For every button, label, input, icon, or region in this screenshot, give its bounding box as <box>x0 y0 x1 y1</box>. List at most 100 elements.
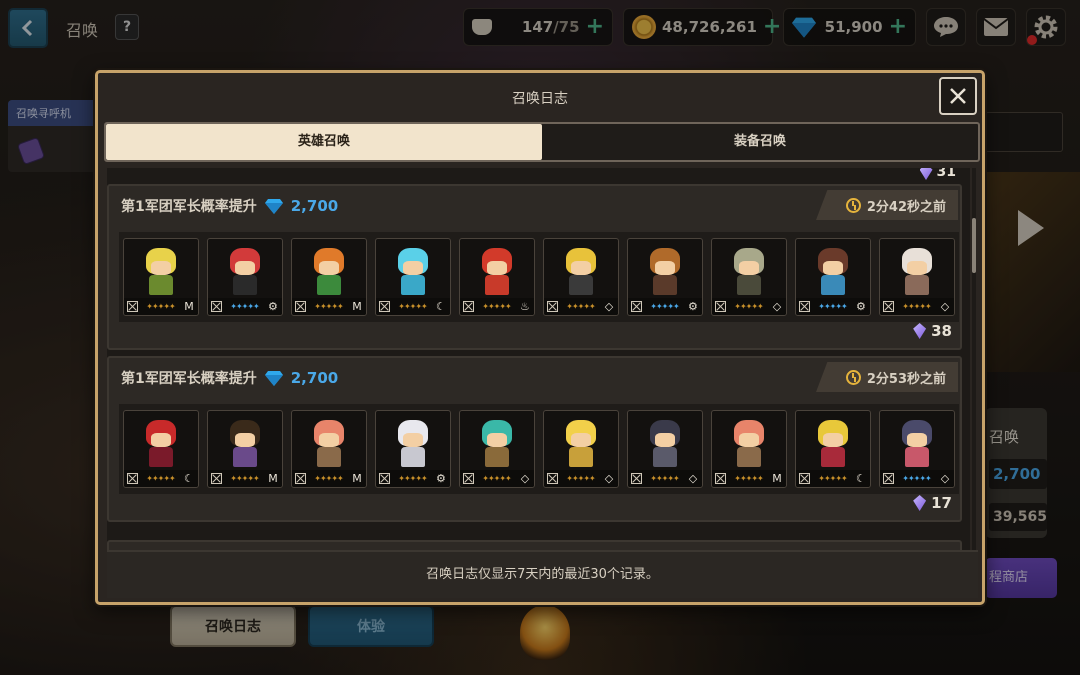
hero-portrait[interactable]: ✦✦✦✦✦ M <box>291 238 367 316</box>
record-cost: 2,700 <box>290 197 339 215</box>
element-icon: ◇ <box>604 472 614 485</box>
hero-portrait[interactable]: ✦✦✦✦✦ ⚙ <box>207 238 283 316</box>
hero-portrait[interactable]: ✦✦✦✦✦ ◇ <box>543 238 619 316</box>
hero-portrait[interactable]: ✦✦✦✦✦ M <box>207 410 283 488</box>
hero-face <box>403 261 423 275</box>
element-icon: ⚙ <box>436 472 446 485</box>
close-button[interactable] <box>939 77 977 115</box>
hero-body <box>569 447 593 467</box>
class-icon <box>379 301 390 312</box>
hero-body <box>317 447 341 467</box>
summon-type-tabs: 英雄召唤 装备召唤 <box>104 122 980 162</box>
hero-portrait[interactable]: ✦✦✦✦✦ ⚙ <box>627 238 703 316</box>
record-list[interactable]: 31 第1军团军长概率提升 2,700 2分42秒之前 ✦✦✦✦✦ M ✦✦✦✦… <box>107 168 970 551</box>
record-card: 第1军团军长概率提升 2,700 2分53秒之前 ✦✦✦✦✦ ☾ ✦✦✦✦✦ M <box>107 356 962 522</box>
hero-info-bar: ✦✦✦✦✦ ⚙ <box>376 470 450 487</box>
class-icon <box>883 473 894 484</box>
star-rating: ✦✦✦✦✦ <box>482 302 511 311</box>
hero-row: ✦✦✦✦✦ M ✦✦✦✦✦ ⚙ ✦✦✦✦✦ M ✦✦✦✦✦ ☾ ✦✦✦✦✦ ♨ … <box>119 232 959 322</box>
record-time-label: 2分42秒之前 <box>866 199 946 215</box>
hero-portrait[interactable]: ✦✦✦✦✦ ◇ <box>879 410 955 488</box>
hero-body <box>485 447 509 467</box>
record-header: 第1军团军长概率提升 2,700 <box>121 196 338 216</box>
hero-face <box>319 433 339 447</box>
hero-face <box>403 433 423 447</box>
record-title: 第1军团军长概率提升 <box>121 199 257 215</box>
hero-portrait[interactable]: ✦✦✦✦✦ M <box>123 238 199 316</box>
close-icon <box>950 88 966 104</box>
class-icon <box>715 301 726 312</box>
star-rating: ✦✦✦✦✦ <box>902 302 931 311</box>
star-rating: ✦✦✦✦✦ <box>566 474 595 483</box>
hero-info-bar: ✦✦✦✦✦ M <box>292 470 366 487</box>
diamond-icon <box>264 199 283 214</box>
record-cost: 2,700 <box>290 369 339 387</box>
hero-face <box>487 433 507 447</box>
partial-record-shards: 31 <box>919 168 956 180</box>
element-icon: M <box>772 472 782 485</box>
star-rating: ✦✦✦✦✦ <box>650 474 679 483</box>
element-icon: ◇ <box>940 300 950 313</box>
hero-body <box>149 447 173 467</box>
scrollbar[interactable] <box>972 168 976 551</box>
hero-portrait[interactable]: ✦✦✦✦✦ ◇ <box>543 410 619 488</box>
hero-info-bar: ✦✦✦✦✦ ◇ <box>544 298 618 315</box>
star-rating: ✦✦✦✦✦ <box>230 474 259 483</box>
hero-info-bar: ✦✦✦✦✦ ⚙ <box>796 298 870 315</box>
hero-face <box>655 261 675 275</box>
tab-equipment-summon[interactable]: 装备召唤 <box>542 124 978 160</box>
class-icon <box>631 301 642 312</box>
hero-info-bar: ✦✦✦✦✦ ☾ <box>376 298 450 315</box>
hero-info-bar: ✦✦✦✦✦ ◇ <box>628 470 702 487</box>
star-rating: ✦✦✦✦✦ <box>818 474 847 483</box>
clock-icon <box>845 369 861 385</box>
hero-info-bar: ✦✦✦✦✦ M <box>712 470 786 487</box>
hero-body <box>233 275 257 295</box>
class-icon <box>463 301 474 312</box>
star-rating: ✦✦✦✦✦ <box>398 302 427 311</box>
shard-icon <box>913 323 927 339</box>
element-icon: ◇ <box>604 300 614 313</box>
hero-row: ✦✦✦✦✦ ☾ ✦✦✦✦✦ M ✦✦✦✦✦ M ✦✦✦✦✦ ⚙ ✦✦✦✦✦ ◇ … <box>119 404 959 494</box>
element-icon: ☾ <box>436 300 446 313</box>
hero-body <box>905 447 929 467</box>
hero-portrait[interactable]: ✦✦✦✦✦ ⚙ <box>795 238 871 316</box>
record-title: 第1军团军长概率提升 <box>121 371 257 387</box>
hero-portrait[interactable]: ✦✦✦✦✦ ☾ <box>795 410 871 488</box>
hero-face <box>151 433 171 447</box>
hero-body <box>821 275 845 295</box>
hero-body <box>317 275 341 295</box>
record-header: 第1军团军长概率提升 2,700 <box>121 368 338 388</box>
record-shards: 17 <box>913 494 952 512</box>
hero-face <box>907 433 927 447</box>
hero-face <box>739 261 759 275</box>
hero-portrait[interactable]: ✦✦✦✦✦ ◇ <box>879 238 955 316</box>
hero-portrait[interactable]: ✦✦✦✦✦ ☾ <box>123 410 199 488</box>
hero-portrait[interactable]: ✦✦✦✦✦ ☾ <box>375 238 451 316</box>
class-icon <box>547 473 558 484</box>
hero-portrait[interactable]: ✦✦✦✦✦ M <box>291 410 367 488</box>
record-time: 2分53秒之前 <box>816 362 958 392</box>
hero-info-bar: ✦✦✦✦✦ ◇ <box>712 298 786 315</box>
star-rating: ✦✦✦✦✦ <box>398 474 427 483</box>
element-icon: ◇ <box>520 472 530 485</box>
star-rating: ✦✦✦✦✦ <box>146 474 175 483</box>
star-rating: ✦✦✦✦✦ <box>314 302 343 311</box>
hero-portrait[interactable]: ✦✦✦✦✦ ♨ <box>459 238 535 316</box>
hero-info-bar: ✦✦✦✦✦ M <box>208 470 282 487</box>
hero-portrait[interactable]: ✦✦✦✦✦ ◇ <box>627 410 703 488</box>
hero-body <box>569 275 593 295</box>
star-rating: ✦✦✦✦✦ <box>818 302 847 311</box>
hero-info-bar: ✦✦✦✦✦ ◇ <box>880 470 954 487</box>
star-rating: ✦✦✦✦✦ <box>902 474 931 483</box>
tab-hero-summon[interactable]: 英雄召唤 <box>106 124 542 160</box>
hero-face <box>571 261 591 275</box>
element-icon: ◇ <box>772 300 782 313</box>
hero-portrait[interactable]: ✦✦✦✦✦ ◇ <box>711 238 787 316</box>
hero-portrait[interactable]: ✦✦✦✦✦ ⚙ <box>375 410 451 488</box>
hero-portrait[interactable]: ✦✦✦✦✦ ◇ <box>459 410 535 488</box>
scroll-thumb[interactable] <box>972 218 976 273</box>
hero-portrait[interactable]: ✦✦✦✦✦ M <box>711 410 787 488</box>
element-icon: M <box>268 472 278 485</box>
hero-info-bar: ✦✦✦✦✦ ♨ <box>460 298 534 315</box>
